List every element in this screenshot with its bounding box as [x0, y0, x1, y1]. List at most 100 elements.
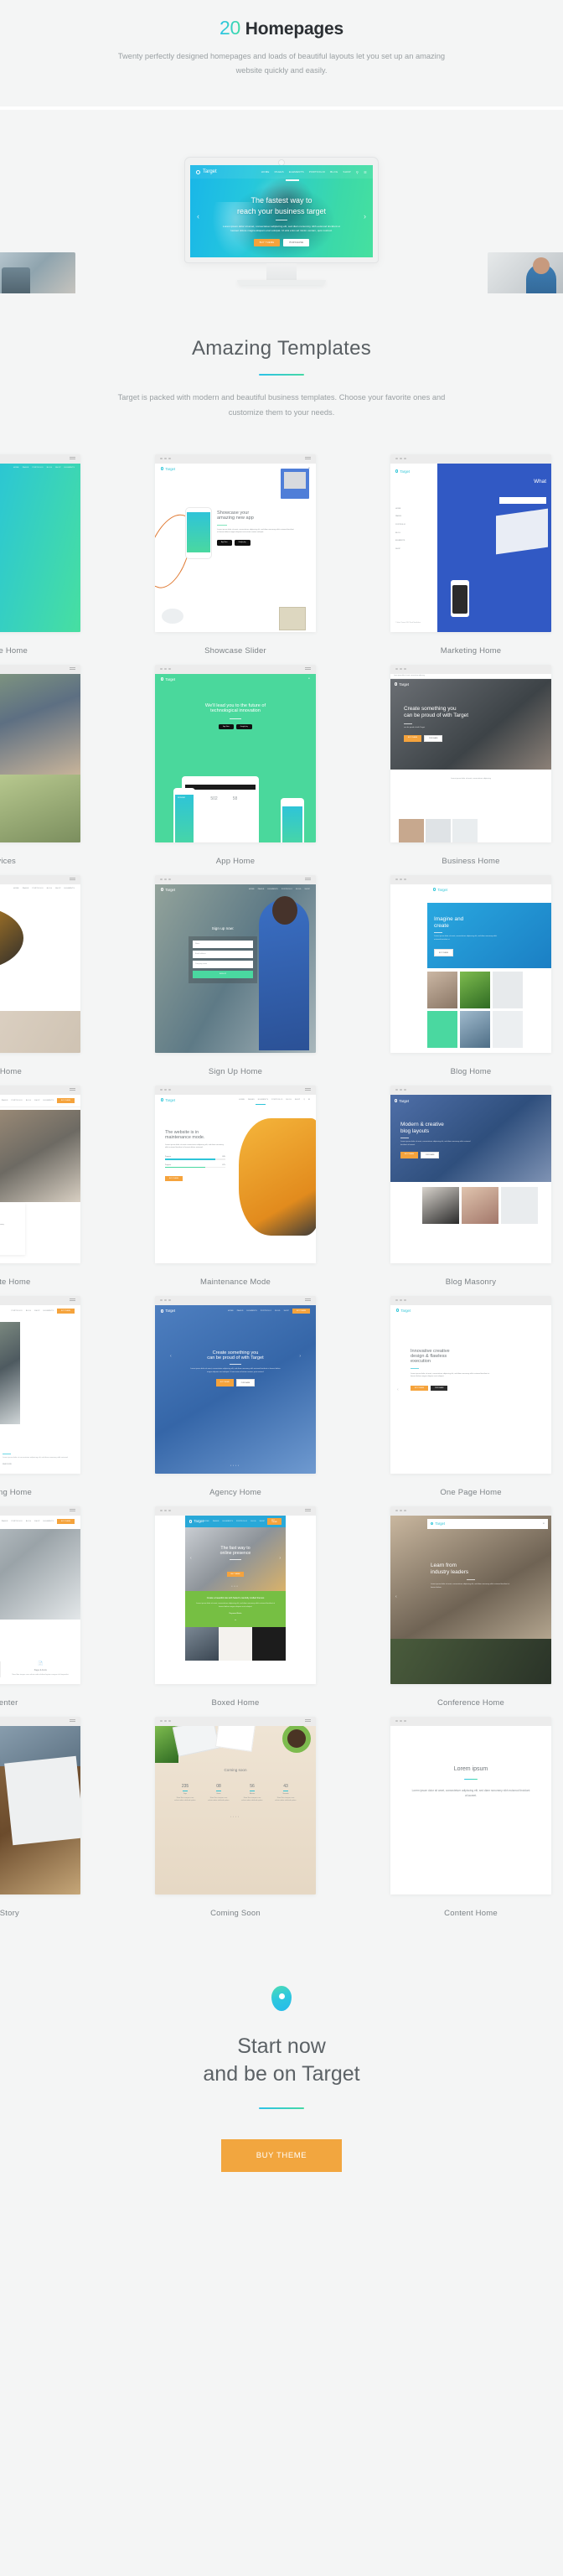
- template-thumbnail[interactable]: HOMEPAGESPORTFOLIOBLOGSHOPELEMENTSBUY TH…: [0, 1085, 80, 1263]
- browser-bar: [155, 664, 316, 674]
- template-card-content[interactable]: Lorem ipsum Lorem ipsum dolor sit amet, …: [390, 1716, 551, 1918]
- slider-prev-icon[interactable]: ‹: [397, 1387, 399, 1392]
- template-card-maintenance[interactable]: Target HOME PAGES ELEMENTS PORTFOLIO BLOG SHO…: [155, 1085, 316, 1287]
- slider-next-icon[interactable]: ›: [279, 1556, 281, 1561]
- template-thumbnail[interactable]: ☰✎ Full story Lorem ipsum dolor sit amet…: [0, 1716, 80, 1894]
- menu-item-shop[interactable]: SHOP: [343, 170, 350, 174]
- template-card-agency[interactable]: Target HOME PAGES ELEMENTS PORTFOLIO BLOG SHO…: [155, 1295, 316, 1497]
- menu-burger-icon: [70, 1088, 75, 1092]
- template-label: Shop Home: [0, 1066, 22, 1076]
- template-card-services[interactable]: knowledge, options. ” What stands in the…: [0, 664, 80, 866]
- appstore-badge[interactable]: App Store: [219, 723, 234, 730]
- buy-theme-button[interactable]: BUY THEME: [220, 2139, 343, 2173]
- template-thumbnail[interactable]: Target HOME PAGES ELEMENTS PORTFOLIO BLOG SHO…: [155, 1506, 316, 1684]
- template-card-marketing[interactable]: Target HOME PAGES PORTFOLIO BLOG ELEMENTS S…: [390, 454, 551, 656]
- template-card-presenter[interactable]: HOMEPAGESPORTFOLIOBLOGSHOPELEMENTSBUY TH…: [0, 1506, 80, 1708]
- template-thumbnail[interactable]: Target ☰ Learn from industry leaders Lor…: [390, 1506, 551, 1684]
- purchase-button[interactable]: PURCHASE: [423, 735, 443, 743]
- template-card-blogstory[interactable]: ☰✎ Full story Lorem ipsum dolor sit amet…: [0, 1716, 80, 1918]
- menu-burger-icon: [305, 1088, 311, 1092]
- template-card-comingsoon[interactable]: Coming soon 235 Days Nam liber tempor cum …: [155, 1716, 316, 1918]
- slider-next-icon[interactable]: ›: [299, 1354, 301, 1359]
- template-thumbnail[interactable]: Target HOME PAGES ELEMENTS PORTFOLIO BLOG SHO…: [155, 1085, 316, 1263]
- site-logo-text: Target: [203, 169, 217, 175]
- googleplay-badge[interactable]: Google play: [234, 540, 251, 546]
- buy-theme-button[interactable]: BUY THEME: [404, 735, 421, 743]
- template-card-shop[interactable]: HOMEPAGESPORTFOLIOBLOGSHOPELEMENTS SALE …: [0, 874, 80, 1076]
- slider-prev-icon[interactable]: ‹: [395, 1594, 397, 1599]
- slider-dots[interactable]: •••: [185, 1584, 286, 1588]
- browser-bar: [0, 1295, 80, 1305]
- slider-prev-icon[interactable]: ‹: [170, 1354, 172, 1359]
- hero-purchase-button[interactable]: PURCHASE: [283, 239, 310, 247]
- slider-dots[interactable]: ••••: [155, 1815, 316, 1818]
- purchase-button[interactable]: PURCHASE: [235, 1379, 256, 1386]
- search-icon[interactable]: ⚲: [356, 170, 359, 174]
- template-card-creative[interactable]: HOMEPAGESPORTFOLIOBLOGSHOPELEMENTS Moder…: [0, 454, 80, 656]
- signup-email-input[interactable]: Email address: [193, 950, 253, 958]
- slider-next-icon[interactable]: ›: [364, 212, 366, 220]
- template-card-onepage[interactable]: Target Innovative creative design & flaw…: [390, 1295, 551, 1497]
- menu-item-home[interactable]: HOME: [261, 170, 270, 174]
- active-menu-underline: [286, 179, 299, 181]
- thumb-headline2: maintenance mode.: [165, 1134, 205, 1140]
- template-card-blogmasonry[interactable]: Target Modern & creative blog layouts Lo…: [390, 1085, 551, 1287]
- appstore-badge[interactable]: App Store: [217, 540, 232, 546]
- menu-item-pages[interactable]: PAGES: [275, 170, 284, 174]
- template-row: ☰✎ Full story Lorem ipsum dolor sit amet…: [0, 1716, 563, 1927]
- buy-theme-button[interactable]: BUY THEME: [215, 1379, 234, 1386]
- homepage-count: 20: [219, 17, 241, 39]
- buy-theme-button[interactable]: BUY THEME: [165, 1175, 183, 1182]
- template-thumbnail[interactable]: knowledge, options. ” What stands in the…: [0, 664, 80, 842]
- template-thumbnail[interactable]: HOMEPAGESPORTFOLIOBLOGSHOPELEMENTS Moder…: [0, 454, 80, 632]
- template-card-business[interactable]: Lorem ipsum dolor sit amet, consectetuer…: [390, 664, 551, 866]
- template-thumbnail[interactable]: Target Innovative creative design & flaw…: [390, 1295, 551, 1474]
- template-card-consulting[interactable]: PORTFOLIOBLOGSHOPELEMENTSBUY THEME Qui f…: [0, 1295, 80, 1497]
- page-subtitle: Twenty perfectly designed homepages and …: [117, 52, 446, 75]
- template-thumbnail[interactable]: Target ☰ Showcase your amazing new app L…: [155, 454, 316, 632]
- template-thumbnail[interactable]: Target ☰ We'll lead you to the future of…: [155, 664, 316, 842]
- menu-item-elements[interactable]: ELEMENTS: [289, 170, 304, 174]
- signup-submit-button[interactable]: SIGN UP: [193, 970, 253, 978]
- signup-company-input[interactable]: Company name: [193, 960, 253, 968]
- cta-title: Start now and be on Target: [0, 2033, 563, 2090]
- template-card-showcase[interactable]: Target ☰ Showcase your amazing new app L…: [155, 454, 316, 656]
- buy-theme-button[interactable]: BUY THEME: [434, 949, 453, 956]
- cart-icon[interactable]: ☰: [364, 170, 367, 174]
- menu-item-portfolio[interactable]: PORTFOLIO: [309, 170, 325, 174]
- template-label: Services: [0, 856, 17, 866]
- template-card-boxed[interactable]: Target HOME PAGES ELEMENTS PORTFOLIO BLOG SHO…: [155, 1506, 316, 1708]
- template-thumbnail[interactable]: Target Imagine and create Lorem ipsum do…: [390, 874, 551, 1053]
- template-card-blog[interactable]: Target Imagine and create Lorem ipsum do…: [390, 874, 551, 1076]
- template-thumbnail[interactable]: Target HOME PAGES ELEMENTS PORTFOLIO BLOG SHO…: [155, 874, 316, 1053]
- template-thumbnail[interactable]: PORTFOLIOBLOGSHOPELEMENTSBUY THEME Qui f…: [0, 1295, 80, 1474]
- template-thumbnail[interactable]: Target HOME PAGES ELEMENTS PORTFOLIO BLOG SHO…: [155, 1295, 316, 1474]
- thumb-headline2: can be proud of with Target: [207, 1355, 264, 1361]
- browser-bar: [155, 1085, 316, 1095]
- site-menu[interactable]: HOME PAGES ELEMENTS PORTFOLIO BLOG SHOP …: [261, 170, 367, 174]
- template-card-corporate[interactable]: HOMEPAGESPORTFOLIOBLOGSHOPELEMENTSBUY TH…: [0, 1085, 80, 1287]
- template-card-app[interactable]: Target ☰ We'll lead you to the future of…: [155, 664, 316, 866]
- slider-prev-icon[interactable]: ‹: [190, 1556, 192, 1561]
- template-thumbnail[interactable]: HOMEPAGESPORTFOLIOBLOGSHOPELEMENTSBUY TH…: [0, 1506, 80, 1684]
- template-thumbnail[interactable]: Lorem ipsum Lorem ipsum dolor sit amet, …: [390, 1716, 551, 1894]
- slider-dots[interactable]: ••••: [155, 1464, 316, 1467]
- hero-buy-theme-button[interactable]: BUY THEME: [253, 239, 281, 247]
- site-logo[interactable]: Target: [196, 169, 217, 174]
- template-thumbnail[interactable]: Lorem ipsum dolor sit amet, consectetuer…: [390, 664, 551, 842]
- buy-theme-button[interactable]: BUY THEME: [226, 1571, 245, 1578]
- purchase-button[interactable]: PURCHASE: [430, 1386, 448, 1392]
- purchase-button[interactable]: PURCHASE: [420, 1151, 440, 1159]
- template-thumbnail[interactable]: HOMEPAGESPORTFOLIOBLOGSHOPELEMENTS SALE …: [0, 874, 80, 1053]
- menu-item-blog[interactable]: BLOG: [330, 170, 338, 174]
- template-thumbnail[interactable]: Target HOME PAGES PORTFOLIO BLOG ELEMENTS S…: [390, 454, 551, 632]
- template-card-conference[interactable]: Target ☰ Learn from industry leaders Lor…: [390, 1506, 551, 1708]
- signup-name-input[interactable]: Name: [193, 940, 253, 948]
- buy-theme-button[interactable]: BUY THEME: [400, 1151, 418, 1159]
- buy-theme-button[interactable]: BUY THEME: [411, 1386, 428, 1392]
- template-thumbnail[interactable]: Coming soon 235 Days Nam liber tempor cum …: [155, 1716, 316, 1894]
- template-card-signup[interactable]: Target HOME PAGES ELEMENTS PORTFOLIO BLOG SHO…: [155, 874, 316, 1076]
- template-thumbnail[interactable]: Target Modern & creative blog layouts Lo…: [390, 1085, 551, 1263]
- googleplay-badge[interactable]: Google play: [235, 723, 252, 730]
- slider-prev-icon[interactable]: ‹: [197, 212, 199, 220]
